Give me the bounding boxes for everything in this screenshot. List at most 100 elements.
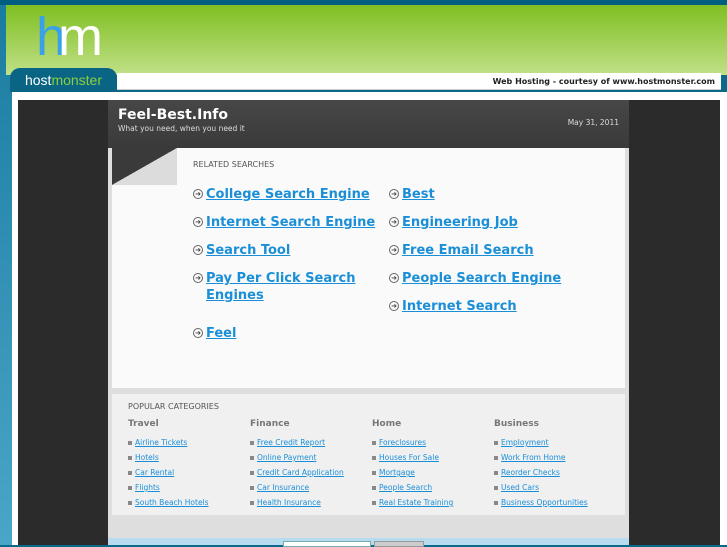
category-item[interactable]: Houses For Sale <box>372 450 453 465</box>
arrow-circle-icon: ➜ <box>193 217 203 227</box>
bullet-icon <box>372 455 376 460</box>
category-link[interactable]: Foreclosures <box>379 438 426 447</box>
related-link-item[interactable]: ➜ Free Email Search <box>389 242 534 259</box>
bullet-icon <box>372 500 376 505</box>
category-item[interactable]: Credit Card Application <box>250 465 344 480</box>
related-searches: RELATED SEARCHES ➜ College Search Engine ➜… <box>112 148 625 388</box>
bullet-icon <box>494 455 498 460</box>
related-link-item[interactable]: ➜ People Search Engine <box>389 270 561 287</box>
related-link[interactable]: Feel <box>206 325 236 342</box>
category-item[interactable]: Reorder Checks <box>494 465 588 480</box>
category-link[interactable]: Free Credit Report <box>257 438 325 447</box>
arrow-circle-icon: ➜ <box>193 328 203 338</box>
site-title: Feel-Best.Info <box>118 107 228 123</box>
search-button[interactable] <box>374 541 424 547</box>
bullet-icon <box>250 500 254 505</box>
related-link[interactable]: Internet Search Engine <box>206 214 375 231</box>
category-link[interactable]: Health Insurance <box>257 498 321 507</box>
arrow-circle-icon: ➜ <box>389 189 399 199</box>
category-link[interactable]: Used Cars <box>501 483 539 492</box>
category-item[interactable]: Car Insurance <box>250 480 344 495</box>
category-link[interactable]: Airline Tickets <box>135 438 187 447</box>
category-item[interactable]: Mortgage <box>372 465 453 480</box>
related-link-item[interactable]: ➜ Search Tool <box>193 242 290 259</box>
related-link[interactable]: Internet Search <box>402 298 517 315</box>
popular-title: POPULAR CATEGORIES <box>128 402 219 411</box>
category-heading: Home <box>372 419 402 429</box>
category-item[interactable]: Real Estate Training <box>372 495 453 510</box>
related-link-item[interactable]: ➜ Internet Search Engine <box>193 214 375 231</box>
category-link[interactable]: Work From Home <box>501 453 566 462</box>
category-heading: Travel <box>128 419 159 429</box>
related-link[interactable]: Free Email Search <box>402 242 534 259</box>
bullet-icon <box>494 500 498 505</box>
folded-corner-shade <box>112 148 177 185</box>
related-link[interactable]: Search Tool <box>206 242 290 259</box>
category-item[interactable]: Online Payment <box>250 450 344 465</box>
bullet-icon <box>494 485 498 490</box>
category-link[interactable]: Houses For Sale <box>379 453 439 462</box>
related-link-item[interactable]: ➜ Best <box>389 186 435 203</box>
bullet-icon <box>250 485 254 490</box>
related-link[interactable]: College Search Engine <box>206 186 370 203</box>
category-link[interactable]: Real Estate Training <box>379 498 453 507</box>
category-item[interactable]: Free Credit Report <box>250 435 344 450</box>
hosting-credit[interactable]: Web Hosting - courtesy of www.hostmonste… <box>117 73 721 90</box>
category-item[interactable]: Foreclosures <box>372 435 453 450</box>
category-item[interactable]: Airline Tickets <box>128 435 209 450</box>
category-item[interactable]: Work From Home <box>494 450 588 465</box>
category-item[interactable]: Used Cars <box>494 480 588 495</box>
category-link[interactable]: Car Rental <box>135 468 174 477</box>
category-link[interactable]: Employment <box>501 438 549 447</box>
search-input[interactable] <box>283 541 371 547</box>
category-item[interactable]: Health Insurance <box>250 495 344 510</box>
arrow-circle-icon: ➜ <box>193 245 203 255</box>
category-item[interactable]: Flights <box>128 480 209 495</box>
bullet-icon <box>128 500 132 505</box>
arrow-circle-icon: ➜ <box>389 301 399 311</box>
related-link[interactable]: Best <box>402 186 435 203</box>
related-link[interactable]: Engineering Job <box>402 214 518 231</box>
related-link[interactable]: People Search Engine <box>402 270 561 287</box>
bullet-icon <box>128 455 132 460</box>
category-link[interactable]: Car Insurance <box>257 483 309 492</box>
site-tagline: What you need, when you need it <box>118 124 245 133</box>
related-title: RELATED SEARCHES <box>193 160 275 169</box>
bullet-icon <box>250 455 254 460</box>
arrow-circle-icon: ➜ <box>389 217 399 227</box>
category-column: Business Employment Work From Home Reorder … <box>494 419 588 510</box>
category-link[interactable]: Online Payment <box>257 453 316 462</box>
related-link-item[interactable]: ➜ College Search Engine <box>193 186 370 203</box>
category-item[interactable]: Hotels <box>128 450 209 465</box>
related-link[interactable]: Pay Per Click Search Engines <box>206 270 368 304</box>
category-item[interactable]: Car Rental <box>128 465 209 480</box>
category-link[interactable]: South Beach Hotels <box>135 498 209 507</box>
bullet-icon <box>128 470 132 475</box>
logo-text: hostmonster <box>10 68 117 92</box>
bullet-icon <box>372 440 376 445</box>
category-item[interactable]: Employment <box>494 435 588 450</box>
bullet-icon <box>494 470 498 475</box>
category-link[interactable]: People Search <box>379 483 432 492</box>
hostmonster-logo[interactable]: hm hostmonster <box>10 8 117 92</box>
category-item[interactable]: People Search <box>372 480 453 495</box>
category-item[interactable]: South Beach Hotels <box>128 495 209 510</box>
category-link[interactable]: Business Opportunities <box>501 498 588 507</box>
category-link[interactable]: Mortgage <box>379 468 415 477</box>
arrow-circle-icon: ➜ <box>389 273 399 283</box>
category-link[interactable]: Credit Card Application <box>257 468 344 477</box>
category-link[interactable]: Flights <box>135 483 160 492</box>
bullet-icon <box>372 470 376 475</box>
related-link-item[interactable]: ➜ Internet Search <box>389 298 517 315</box>
related-link-item[interactable]: ➜ Pay Per Click Search Engines <box>193 270 368 304</box>
bullet-icon <box>250 440 254 445</box>
date: May 31, 2011 <box>567 118 619 127</box>
category-heading: Business <box>494 419 539 429</box>
popular-categories: POPULAR CATEGORIES Travel Airline Tickets… <box>112 394 625 515</box>
bullet-icon <box>250 470 254 475</box>
related-link-item[interactable]: ➜ Engineering Job <box>389 214 518 231</box>
category-link[interactable]: Reorder Checks <box>501 468 560 477</box>
category-item[interactable]: Business Opportunities <box>494 495 588 510</box>
category-link[interactable]: Hotels <box>135 453 159 462</box>
related-link-item[interactable]: ➜ Feel <box>193 325 236 342</box>
